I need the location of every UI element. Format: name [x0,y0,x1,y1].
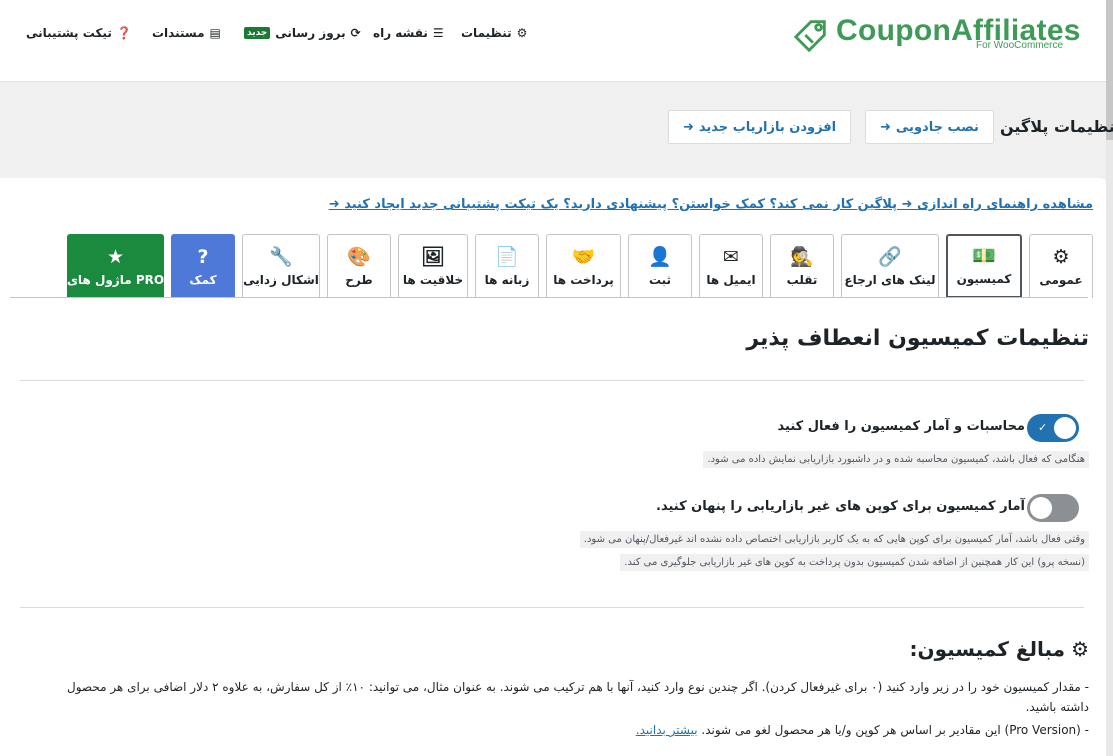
user-circle-icon: 👤 [648,245,672,268]
enable-commission-desc: هنگامی که فعال باشد، کمیسیون محاسبه شده … [703,451,1089,468]
tabs-divider [10,297,1088,298]
wizard-button[interactable]: نصب جادویی ➜ [865,110,994,144]
hide-non-affiliate-desc: وقتی فعال باشد، آمار کمیسیون برای کوپن ه… [579,531,1089,548]
refresh-icon: ⟳ [350,26,361,40]
nav-updates[interactable]: ⟳ بروز رسانی جدید [244,26,361,40]
setup-guide-link[interactable]: مشاهده راهنمای راه اندازی [917,197,1093,212]
question-circle-icon: ❓ [116,26,132,40]
tab-pro-modules[interactable]: ★ ماژول های PRO [67,234,164,298]
hide-non-affiliate-label: آمار کمیسیون برای کوپن های غیر بازاریابی… [656,499,1025,514]
gear-icon: ⚙ [1071,637,1089,661]
add-affiliate-button[interactable]: افزودن بازاریاب جدید ➜ [668,110,852,144]
question-icon: ? [197,245,209,268]
help-links: مشاهده راهنمای راه اندازی ➜ پلاگین کار ن… [329,197,1093,212]
envelope-icon: ✉ [723,245,739,268]
nav-support[interactable]: ❓ تیکت پشتیبانی [26,26,132,40]
support-ticket-link[interactable]: پلاگین کار نمی کند؟ کمک خواستن؟ پیشنهادی… [344,197,897,212]
amounts-line-1b: داشته باشید. [1025,700,1089,714]
brand-subtitle: For WooCommerce [976,40,1064,51]
link-icon: 🔗 [878,245,902,268]
tab-emails[interactable]: ✉ ایمیل ها [699,234,763,298]
list-icon: ☰ [432,26,444,40]
images-icon: 🖼 [420,245,446,268]
tab-general[interactable]: ⚙ عمومی [1029,234,1093,298]
file-plus-icon: 📄 [495,245,519,268]
gear-icon: ⚙ [516,26,528,40]
enable-commission-toggle[interactable]: ✓ [1027,414,1079,442]
tab-referral-links[interactable]: 🔗 لینک های ارجاع [841,234,939,298]
gear-icon: ⚙ [1052,245,1070,268]
hide-non-affiliate-toggle[interactable] [1027,494,1079,522]
settings-tabs: ⚙ عمومی 💵 کمیسیون 🔗 لینک های ارجاع 🕵 تقل… [67,234,1093,298]
arrow-circle-icon: ➜ [328,197,340,212]
wrench-icon: 🔧 [269,245,293,268]
book-icon: ▤ [209,26,221,40]
page-title: تنظیمات پلاگین [1000,117,1113,136]
palette-icon: 🎨 [347,245,371,268]
arrow-circle-icon: ➜ [880,119,891,135]
hide-non-affiliate-pro-desc: (نسخه پرو) این کار همچنین از اضافه شدن ک… [620,554,1089,571]
arrow-circle-icon: ➜ [683,119,694,135]
tab-tabs[interactable]: 📄 زبانه ها [475,234,539,298]
top-bar: CouponAffiliates For WooCommerce ⚙ تنظیم… [0,0,1106,82]
money-icon: 💵 [972,245,996,267]
tab-commission[interactable]: 💵 کمیسیون [946,234,1022,298]
scrollbar[interactable] [1106,0,1113,756]
handshake-icon: 🤝 [571,245,596,268]
detective-icon: 🕵 [790,245,814,268]
nav-settings[interactable]: ⚙ تنظیمات [461,26,527,40]
tab-registration[interactable]: 👤 ثبت [628,234,692,298]
new-badge: جدید [244,27,271,39]
nav-roadmap[interactable]: ☰ نقشه راه [373,26,444,40]
tag-icon [793,20,826,53]
check-icon: ✓ [1038,421,1048,434]
divider [20,607,1084,608]
star-icon: ★ [106,245,125,268]
divider [20,380,1084,381]
tab-payouts[interactable]: 🤝 پرداخت ها [546,234,621,298]
tab-creatives[interactable]: 🖼 خلاقیت ها [398,234,468,298]
tab-help[interactable]: ? کمک [171,234,235,298]
nav-docs[interactable]: ▤ مستندات [152,26,221,40]
tab-design[interactable]: 🎨 طرح [327,234,391,298]
enable-commission-label: محاسبات و آمار کمیسیون را فعال کنید [777,419,1025,434]
amounts-heading: ⚙ مبالغ کمیسیون: [909,637,1089,661]
amounts-line-1: - مقدار کمیسیون خود را در زیر وارد کنید … [67,680,1089,694]
section-title: تنظیمات کمیسیون انعطاف پذیر [746,326,1089,351]
brand-logo[interactable]: CouponAffiliates For WooCommerce [792,12,1080,56]
tab-fraud[interactable]: 🕵 تقلب [770,234,834,298]
amounts-line-2: - (Pro Version) این مقادیر بر اساس هر کو… [635,723,1089,737]
learn-more-link[interactable]: بیشتر بدانید. [636,723,698,737]
arrow-circle-icon: ➜ [901,197,913,212]
tab-debug[interactable]: 🔧 اشکال زدایی [242,234,320,298]
